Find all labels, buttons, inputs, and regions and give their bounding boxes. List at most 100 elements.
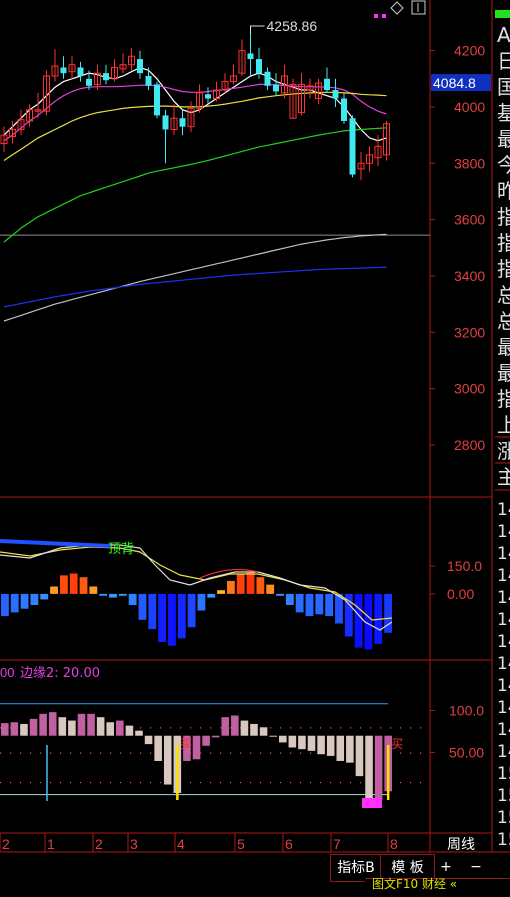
osc-dot xyxy=(400,782,402,784)
osc-dot xyxy=(370,727,372,729)
osc-dot xyxy=(270,782,272,784)
buy-signal-label: 买 xyxy=(180,737,192,751)
osc-bar xyxy=(96,717,105,736)
osc-dot xyxy=(80,752,82,754)
sidebar-value: 14 xyxy=(497,610,510,630)
sidebar-char: 最 xyxy=(497,335,510,359)
osc-dot xyxy=(230,782,232,784)
x-tick-label: 4 xyxy=(177,836,185,852)
macd-bar xyxy=(148,593,157,630)
osc-dot xyxy=(240,752,242,754)
osc-dot xyxy=(360,782,362,784)
sidebar-char: A xyxy=(497,23,510,47)
candle-body xyxy=(264,71,271,86)
sidebar-value: 14 xyxy=(497,588,510,608)
osc-dot xyxy=(220,782,222,784)
x-tick-label: 2 xyxy=(2,836,10,852)
osc-dot xyxy=(150,727,152,729)
osc-dot xyxy=(140,727,142,729)
osc-dot xyxy=(210,727,212,729)
osc-bar xyxy=(259,727,268,736)
macd-bar xyxy=(128,593,137,605)
osc-bar xyxy=(365,735,373,802)
osc-dot xyxy=(260,752,262,754)
osc-dot xyxy=(300,727,302,729)
macd-bar xyxy=(197,593,206,611)
macd-bar xyxy=(10,593,19,613)
osc-dot xyxy=(90,782,92,784)
osc-bar xyxy=(202,735,210,746)
candle-body xyxy=(77,67,84,76)
period-label[interactable]: 周线 xyxy=(447,837,475,853)
f10-link[interactable]: 图文F10 财经 « xyxy=(372,877,457,891)
osc-dot xyxy=(330,782,332,784)
osc-dot xyxy=(220,752,222,754)
sidebar-value: 14 xyxy=(497,632,510,652)
candle-body xyxy=(247,53,254,60)
osc-bar xyxy=(20,723,28,736)
osc-dot xyxy=(300,782,302,784)
osc-bar xyxy=(355,735,364,777)
macd-bar xyxy=(99,593,108,596)
osc-dot xyxy=(400,727,402,729)
osc-bar xyxy=(163,735,172,785)
osc-bar xyxy=(211,735,220,738)
candlestick-chart-svg[interactable]: 420040003800360034003200300028004258.864… xyxy=(0,0,510,892)
osc-bar xyxy=(307,735,316,751)
sidebar-char: 今 xyxy=(497,153,510,177)
macd-bar xyxy=(40,593,49,600)
chart-stage[interactable]: 4200 4000 3800 3600 3400 3200 3000 2800 4258.86 4… xyxy=(0,0,510,893)
osc-bar xyxy=(106,722,115,736)
osc-dot xyxy=(90,752,92,754)
osc-dot xyxy=(200,727,202,729)
osc-dot xyxy=(270,752,272,754)
osc-dot xyxy=(130,782,132,784)
macd-bar xyxy=(59,575,68,594)
osc-bar xyxy=(125,725,134,736)
macd-bar xyxy=(109,593,117,598)
osc-dot xyxy=(80,782,82,784)
osc-dot xyxy=(120,752,122,754)
osc-dot xyxy=(420,782,422,784)
sidebar-value: 15 xyxy=(497,830,510,850)
macd-bar xyxy=(217,590,225,594)
osc-dot xyxy=(20,752,22,754)
macd-bar xyxy=(118,593,127,596)
osc-dot xyxy=(120,782,122,784)
osc-bar xyxy=(192,735,201,760)
macd-bar xyxy=(158,593,167,643)
x-tick-label: 5 xyxy=(237,836,245,852)
sidebar-char: 总 xyxy=(497,283,510,307)
x-tick-label: 6 xyxy=(285,836,293,852)
x-tick-label: 7 xyxy=(333,836,341,852)
osc-dot xyxy=(310,727,312,729)
osc-bar xyxy=(10,722,19,736)
candle-body xyxy=(86,78,92,86)
osc-dot xyxy=(30,782,32,784)
sidebar-char: 总 xyxy=(497,309,510,333)
osc-dot xyxy=(320,727,322,729)
osc-dot xyxy=(60,752,62,754)
sidebar-char: 最 xyxy=(497,361,510,385)
osc-dot xyxy=(190,782,192,784)
candle-body xyxy=(137,59,143,74)
osc-dot xyxy=(210,782,212,784)
sidebar-char: 指 xyxy=(497,257,510,281)
osc-dot xyxy=(0,782,2,784)
osc-dot xyxy=(300,752,302,754)
sidebar-value: 15 xyxy=(497,808,510,828)
osc-dot xyxy=(100,752,102,754)
macd-bar xyxy=(20,593,29,609)
candle-body xyxy=(324,78,330,91)
sidebar-value: 14 xyxy=(497,654,510,674)
y-tick-label: 2800 xyxy=(454,437,485,453)
osc-dot xyxy=(380,727,382,729)
osc-dot xyxy=(420,727,422,729)
osc-dot xyxy=(210,752,212,754)
y-tick-label: 3200 xyxy=(454,324,485,340)
osc-dot xyxy=(190,727,192,729)
osc-y-tick-label: 50.00 xyxy=(449,745,484,761)
zoom-out-button[interactable]: − xyxy=(466,854,486,880)
macd-bar xyxy=(50,586,58,594)
osc-dot xyxy=(310,782,312,784)
